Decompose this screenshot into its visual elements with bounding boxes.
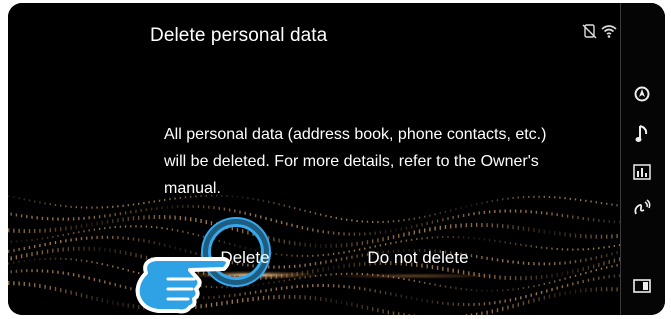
- infotainment-screen: Delete personal data All personal data (…: [8, 3, 665, 315]
- message-line: will be deleted. For more details, refer…: [164, 153, 539, 170]
- message-line: manual.: [164, 180, 221, 197]
- wifi-icon: [601, 25, 617, 38]
- dialog-message: All personal data (address book, phone c…: [164, 121, 547, 202]
- status-bar: [582, 23, 617, 39]
- do-not-delete-button[interactable]: Do not delete: [338, 238, 498, 278]
- phone-disconnected-icon: [582, 24, 597, 39]
- equalizer-icon[interactable]: [627, 159, 657, 185]
- pointing-hand-icon: [135, 257, 230, 314]
- voice-icon[interactable]: [627, 195, 657, 221]
- music-note-icon[interactable]: [627, 121, 657, 147]
- page-title: Delete personal data: [150, 25, 328, 46]
- message-line: All personal data (address book, phone c…: [164, 126, 547, 143]
- main-display: Delete personal data All personal data (…: [8, 3, 620, 315]
- side-menu: [620, 3, 665, 315]
- navigation-icon[interactable]: [627, 81, 657, 107]
- display-icon[interactable]: [627, 273, 657, 299]
